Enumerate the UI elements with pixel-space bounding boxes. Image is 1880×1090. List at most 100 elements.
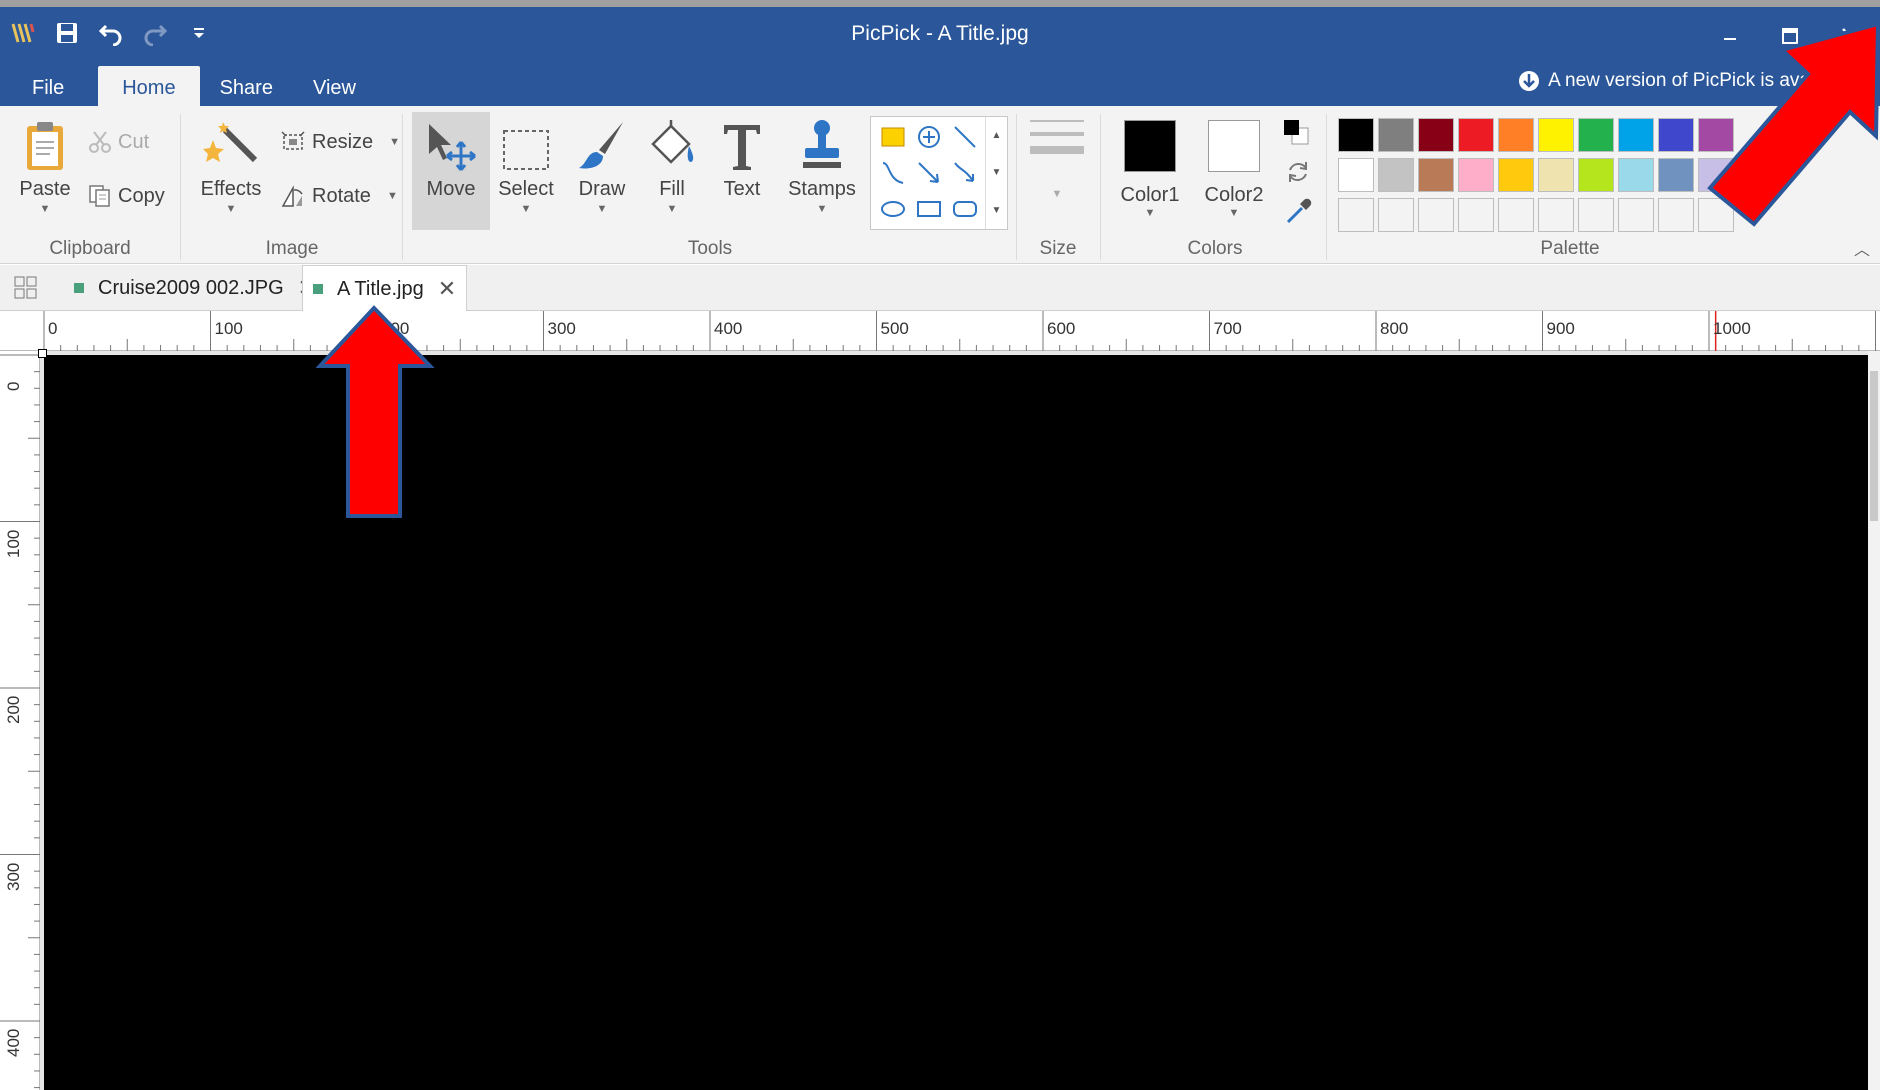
group-separator [180,114,181,260]
close-tab-icon[interactable]: ✕ [438,276,456,302]
palette-swatch[interactable] [1378,158,1414,192]
stamp-icon [799,112,845,172]
annotation-arrow-diagonal [1707,21,1880,227]
resize-button[interactable]: Resize ▼ [280,130,400,154]
collapse-ribbon-icon[interactable]: ︿ [1854,236,1870,260]
stamps-label: Stamps [788,178,856,200]
brush-icon [577,112,627,172]
ruler-label: 400 [4,1028,23,1057]
rounded-rectangle-shape-icon[interactable] [947,191,983,227]
cut-button[interactable]: Cut [88,130,149,154]
chevron-down-icon: ▼ [1051,188,1063,200]
chevron-down-icon: ▼ [389,136,401,148]
window-title: PicPick - A Title.jpg [851,22,1029,45]
palette-swatch[interactable] [1418,198,1454,232]
crosshair-shape-icon[interactable] [911,119,947,155]
tab-home[interactable]: Home [98,66,200,106]
palette-swatch[interactable] [1418,118,1454,152]
group-separator [1100,114,1101,260]
palette-swatch[interactable] [1538,158,1574,192]
select-button[interactable]: Select ▼ [496,112,556,215]
palette-swatch[interactable] [1378,118,1414,152]
ellipse-shape-icon[interactable] [875,191,911,227]
grid-view-icon[interactable] [14,276,38,305]
chevron-up-icon[interactable]: ▲ [992,130,1002,141]
palette-swatch[interactable] [1338,198,1374,232]
stamps-button[interactable]: Stamps ▼ [784,112,860,215]
rotate-button[interactable]: Rotate ▼ [280,184,398,208]
color1-button[interactable]: Color1 ▼ [1118,120,1182,219]
vertical-scrollbar[interactable] [1868,351,1880,1090]
palette-swatch[interactable] [1618,198,1654,232]
palette-swatch[interactable] [1578,198,1614,232]
fill-label: Fill [659,178,685,200]
group-label-colors: Colors [1187,238,1243,259]
chevron-down-icon[interactable]: ▼ [992,167,1002,178]
palette-swatch[interactable] [1418,158,1454,192]
shapes-scrollbar[interactable]: ▲ ▼ ▼ [985,117,1007,229]
eyedropper-icon[interactable] [1284,198,1312,231]
palette-swatch[interactable] [1338,158,1374,192]
fill-button[interactable]: Fill ▼ [642,112,702,215]
palette-swatch[interactable] [1658,198,1694,232]
doc-tab-label: Cruise2009 002.JPG [98,276,284,299]
resize-handle[interactable] [38,349,47,358]
chevron-down-icon: ▼ [816,203,828,215]
paste-label: Paste [19,178,71,200]
group-separator [1016,114,1017,260]
effects-button[interactable]: Effects ▼ [196,112,266,215]
curve-shape-icon[interactable] [875,155,911,191]
ribbon: Paste ▼ Cut Copy Clipboard Effects ▼ Res… [0,106,1880,264]
select-label: Select [498,178,554,200]
palette-swatch[interactable] [1538,118,1574,152]
palette-swatch[interactable] [1618,158,1654,192]
palette-swatch[interactable] [1498,118,1534,152]
tab-view[interactable]: View [293,66,376,106]
ruler-label: 300 [547,319,576,338]
move-label: Move [426,178,476,200]
expand-gallery-icon[interactable]: ▼ [992,205,1002,216]
swap-colors-icon[interactable] [1284,158,1312,191]
palette-swatch[interactable] [1458,198,1494,232]
chevron-down-icon: ▼ [386,190,398,202]
size-button[interactable]: ▼ [1026,112,1088,200]
text-label: Text [723,178,761,200]
arrow-shape-icon[interactable] [911,155,947,191]
default-colors-icon[interactable] [1282,118,1310,151]
line-shape-icon[interactable] [947,119,983,155]
text-icon [721,112,763,172]
palette-swatch[interactable] [1498,158,1534,192]
palette-swatch[interactable] [1578,158,1614,192]
scrollbar-thumb[interactable] [1870,371,1878,521]
tab-file[interactable]: File [0,66,94,106]
palette-swatch[interactable] [1498,198,1534,232]
ruler-label: 200 [4,695,23,724]
palette-swatch[interactable] [1658,158,1694,192]
palette-swatch[interactable] [1658,118,1694,152]
color2-button[interactable]: Color2 ▼ [1202,120,1266,219]
chevron-down-icon: ▼ [1144,207,1156,219]
palette-swatch[interactable] [1338,118,1374,152]
selection-shape-icon[interactable] [875,119,911,155]
ribbon-tabs: File Home Share View [0,66,376,106]
palette-swatch[interactable] [1618,118,1654,152]
doc-tab-label: A Title.jpg [337,277,424,300]
image-doc-icon [313,284,323,294]
move-button[interactable]: Move [412,112,490,201]
copy-button[interactable]: Copy [88,184,165,208]
palette-swatch[interactable] [1378,198,1414,232]
draw-button[interactable]: Draw ▼ [572,112,632,215]
paste-button[interactable]: Paste ▼ [14,112,76,215]
palette-swatch[interactable] [1458,118,1494,152]
line-width-icon [1030,112,1084,162]
curved-arrow-shape-icon[interactable] [947,155,983,191]
doc-tab-cruise[interactable]: Cruise2009 002.JPG ✕ [62,265,328,311]
palette-swatch[interactable] [1458,158,1494,192]
palette-swatch[interactable] [1538,198,1574,232]
tab-share[interactable]: Share [200,66,293,106]
rectangle-shape-icon[interactable] [911,191,947,227]
rotate-icon [281,185,303,207]
text-button[interactable]: Text [712,112,772,201]
group-label-tools: Tools [687,238,733,259]
palette-swatch[interactable] [1578,118,1614,152]
